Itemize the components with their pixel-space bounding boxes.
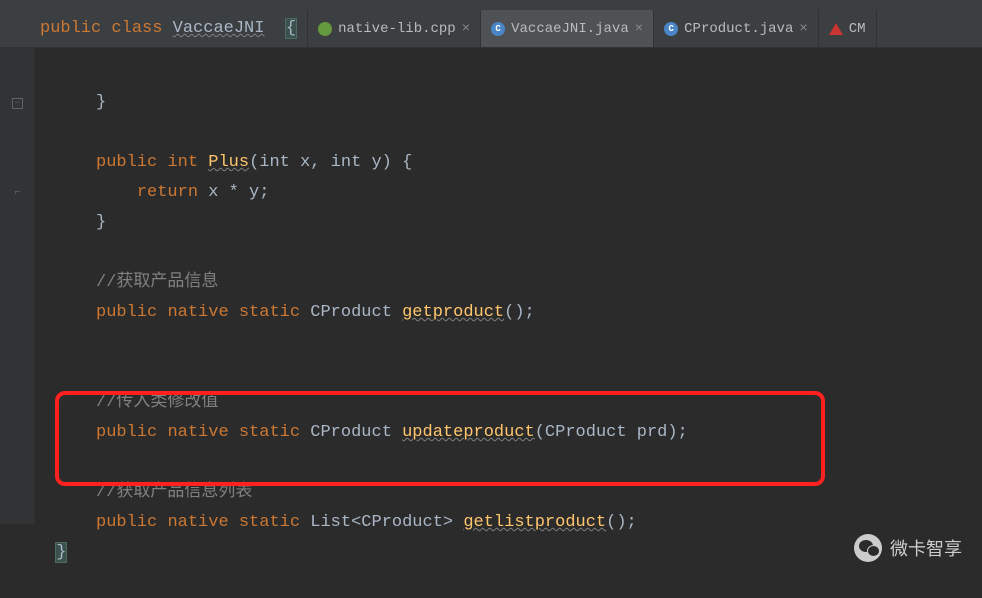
wechat-icon xyxy=(854,534,882,562)
breadcrumb xyxy=(0,0,982,10)
keyword-class: class xyxy=(111,19,162,38)
code-line: //获取产品信息列表 xyxy=(45,483,252,502)
code-line: } xyxy=(45,542,67,563)
close-icon[interactable]: × xyxy=(635,21,643,37)
class-name: VaccaeJNI xyxy=(173,19,265,38)
keyword-public: public xyxy=(40,19,101,38)
code-line: public native static List<CProduct> getl… xyxy=(45,513,637,532)
class-structure-view[interactable]: public class VaccaeJNI { xyxy=(0,10,308,47)
tab-label: native-lib.cpp xyxy=(338,21,456,37)
tab-vaccaejni[interactable]: C VaccaeJNI.java × xyxy=(481,10,654,47)
fold-end-icon[interactable]: ⌐ xyxy=(0,178,35,208)
code-line: //获取产品信息 xyxy=(45,273,218,292)
fold-toggle-icon[interactable]: − xyxy=(0,88,35,118)
editor-gutter[interactable]: − ⌐ xyxy=(0,48,35,524)
tab-native-lib[interactable]: native-lib.cpp × xyxy=(308,10,481,47)
close-icon[interactable]: × xyxy=(462,21,470,37)
code-line: } xyxy=(45,213,106,232)
watermark-text: 微卡智享 xyxy=(890,535,962,561)
editor-tabs: native-lib.cpp × C VaccaeJNI.java × C CP… xyxy=(308,10,982,47)
cmake-file-icon xyxy=(829,22,843,36)
open-brace: { xyxy=(285,18,297,39)
code-line: public int Plus(int x, int y) { xyxy=(45,153,412,172)
tab-label: CProduct.java xyxy=(684,21,793,37)
tab-cproduct[interactable]: C CProduct.java × xyxy=(654,10,819,47)
editor-top-bar: public class VaccaeJNI { native-lib.cpp … xyxy=(0,10,982,48)
code-line: } xyxy=(45,93,106,112)
watermark: 微卡智享 xyxy=(854,534,962,562)
editor-area: − ⌐ } public int Plus(int x, int y) { re… xyxy=(0,48,982,524)
tab-cmake[interactable]: CM xyxy=(819,10,877,47)
tab-label: VaccaeJNI.java xyxy=(511,21,629,37)
java-class-icon: C xyxy=(664,22,678,36)
code-line: public native static CProduct updateprod… xyxy=(45,423,688,442)
code-line: public native static CProduct getproduct… xyxy=(45,303,535,322)
code-line: return x * y; xyxy=(45,183,269,202)
tab-label: CM xyxy=(849,21,866,37)
java-class-icon: C xyxy=(491,22,505,36)
close-icon[interactable]: × xyxy=(799,21,807,37)
code-editor[interactable]: } public int Plus(int x, int y) { return… xyxy=(35,48,982,524)
code-line: //传入类修改值 xyxy=(45,393,218,412)
cpp-file-icon xyxy=(318,22,332,36)
